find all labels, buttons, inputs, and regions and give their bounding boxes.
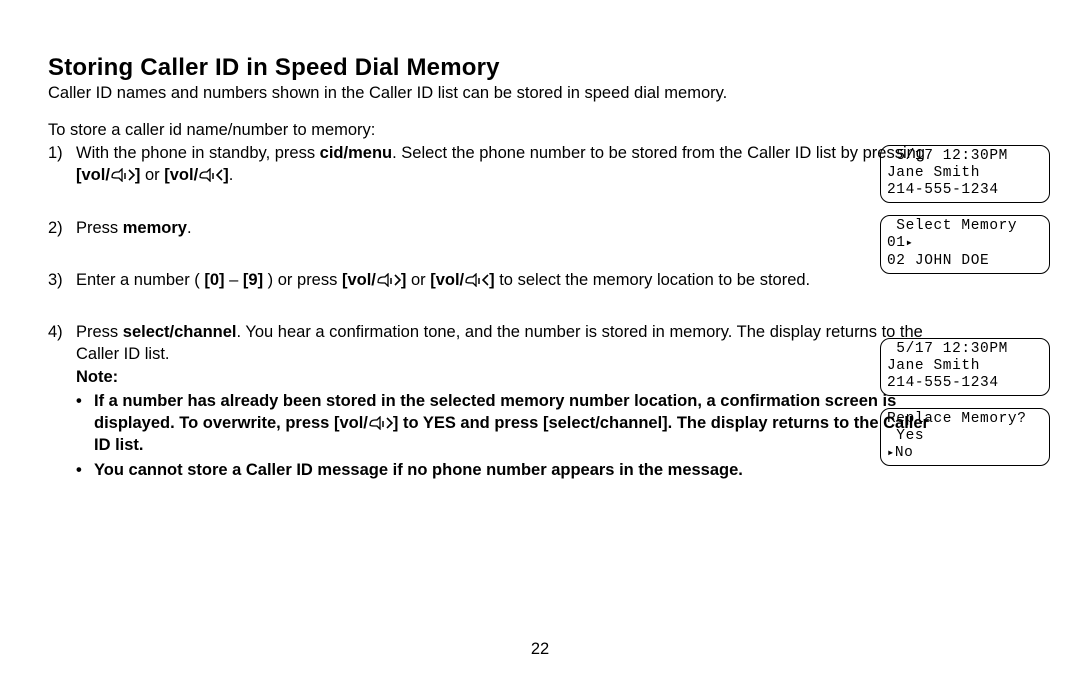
phone-screen-caller-id: 5/17 12:30PMJane Smith214-555-1234: [880, 145, 1050, 203]
t: 01: [887, 235, 906, 251]
key-vol-down: [vol/]: [430, 271, 494, 289]
screen-line: 214-555-1234: [887, 182, 1043, 199]
key-open: [vol/: [430, 271, 464, 289]
step-1: 1) With the phone in standby, press cid/…: [48, 142, 930, 187]
section-heading: Storing Caller ID in Speed Dial Memory: [48, 54, 1038, 82]
text: Press: [76, 219, 123, 237]
text: to select the memory location to be stor…: [495, 271, 811, 289]
cursor-icon: ▸: [887, 446, 895, 460]
sub-intro-text: To store a caller id name/number to memo…: [48, 121, 1038, 140]
screen-line: Jane Smith: [887, 358, 1043, 375]
screen-line: Yes: [887, 428, 1043, 445]
key-zero: [0]: [204, 271, 224, 289]
ringer-up-icon: [368, 416, 393, 430]
screen-line: 01▸: [887, 235, 1043, 252]
phone-screen-caller-id-2: 5/17 12:30PMJane Smith214-555-1234: [880, 338, 1050, 396]
screen-line: Jane Smith: [887, 165, 1043, 182]
text: Enter a number (: [76, 271, 204, 289]
document-page: Storing Caller ID in Speed Dial Memory C…: [0, 0, 1080, 483]
steps-column: 1) With the phone in standby, press cid/…: [48, 142, 938, 483]
text: or: [140, 166, 164, 184]
step-3: 3) Enter a number ( [0] – [9] ) or press…: [48, 269, 930, 291]
text: . Select the phone number to be stored f…: [392, 144, 925, 162]
key-open: [vol/: [164, 166, 198, 184]
step-body: Press select/channel. You hear a confirm…: [76, 321, 930, 483]
text: Press: [76, 323, 123, 341]
step-2: 2) Press memory.: [48, 217, 930, 239]
page-number: 22: [0, 640, 1080, 659]
cursor-icon: ▸: [906, 236, 914, 250]
text: .: [187, 219, 192, 237]
key-open: [vol/: [76, 166, 110, 184]
step-body: Press memory.: [76, 217, 930, 239]
key-cid-menu: cid/menu: [320, 144, 392, 162]
steps-list: 1) With the phone in standby, press cid/…: [48, 142, 930, 483]
step-number: 1): [48, 142, 76, 187]
screen-line: Replace Memory?: [887, 411, 1043, 428]
ringer-up-icon: [110, 168, 135, 182]
t: No: [895, 445, 914, 461]
phone-displays-column: 5/17 12:30PMJane Smith214-555-1234 Selec…: [880, 145, 1050, 478]
key-select-channel: select/channel: [123, 323, 237, 341]
text: or: [406, 271, 430, 289]
screen-line: Select Memory: [887, 218, 1043, 235]
step-4: 4) Press select/channel. You hear a conf…: [48, 321, 930, 483]
step-number: 3): [48, 269, 76, 291]
text: –: [225, 271, 243, 289]
note-1: • If a number has already been stored in…: [76, 390, 930, 457]
ringer-up-icon: [376, 273, 401, 287]
step-number: 4): [48, 321, 76, 483]
key-open: [vol/: [342, 271, 376, 289]
screen-line: 5/17 12:30PM: [887, 341, 1043, 358]
key-vol-up: [vol/]: [76, 166, 140, 184]
phone-screen-replace-memory: Replace Memory? Yes▸No: [880, 408, 1050, 466]
screen-line: 5/17 12:30PM: [887, 148, 1043, 165]
phone-screen-select-memory: Select Memory01▸02 JOHN DOE: [880, 215, 1050, 273]
note-label: Note:: [76, 366, 930, 388]
screen-line: 02 JOHN DOE: [887, 253, 1043, 270]
step-number: 2): [48, 217, 76, 239]
text: .: [229, 166, 234, 184]
content-row: 1) With the phone in standby, press cid/…: [48, 142, 1038, 483]
key-vol-down: [vol/]: [164, 166, 228, 184]
key-vol-up: [vol/]: [342, 271, 406, 289]
bullet-icon: •: [76, 459, 94, 481]
ringer-down-icon: [198, 168, 223, 182]
step-body: With the phone in standby, press cid/men…: [76, 142, 930, 187]
step-body: Enter a number ( [0] – [9] ) or press [v…: [76, 269, 930, 291]
key-memory: memory: [123, 219, 187, 237]
note-text: You cannot store a Caller ID message if …: [94, 459, 743, 481]
key-nine: [9]: [243, 271, 263, 289]
notes-list: • If a number has already been stored in…: [76, 390, 930, 481]
bullet-icon: •: [76, 390, 94, 457]
spacer: [880, 286, 1050, 338]
text: ) or press: [263, 271, 342, 289]
note-2: • You cannot store a Caller ID message i…: [76, 459, 930, 481]
note-text: If a number has already been stored in t…: [94, 390, 930, 457]
intro-text: Caller ID names and numbers shown in the…: [48, 84, 1038, 103]
screen-line: ▸No: [887, 445, 1043, 462]
text: With the phone in standby, press: [76, 144, 320, 162]
ringer-down-icon: [464, 273, 489, 287]
screen-line: 214-555-1234: [887, 375, 1043, 392]
